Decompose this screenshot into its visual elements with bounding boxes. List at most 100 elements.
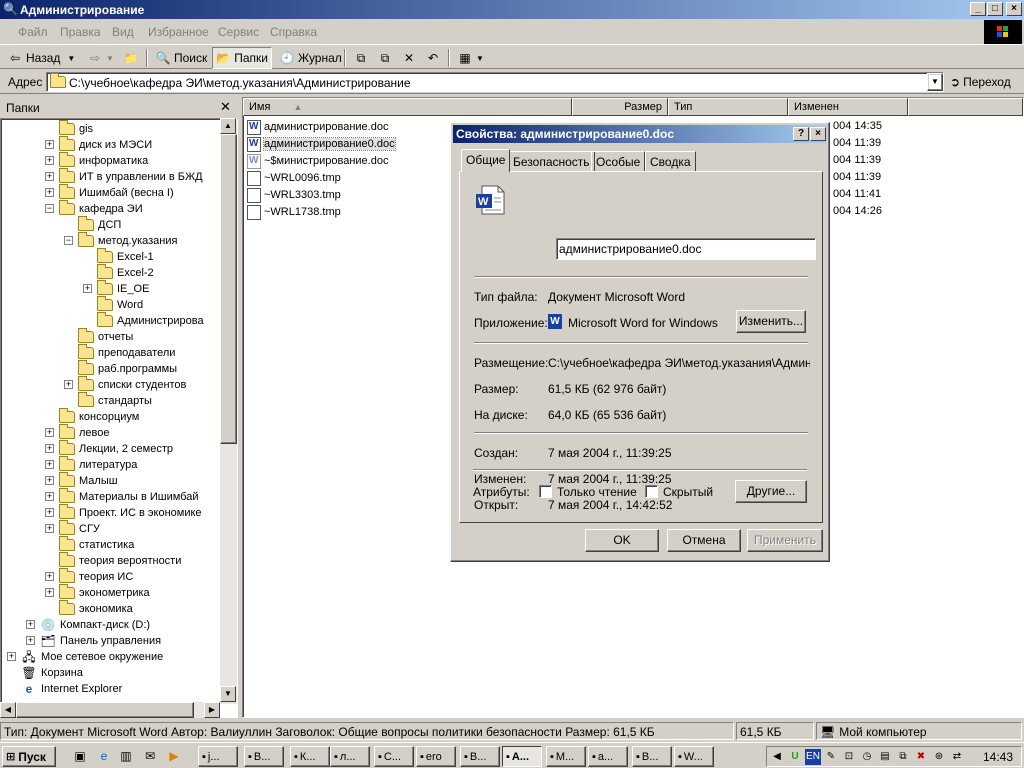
tree-item[interactable]: Excel-2: [97, 264, 154, 281]
expand-icon[interactable]: +: [45, 572, 54, 581]
go-button[interactable]: ➲ Переход: [950, 72, 1011, 92]
taskbar-window-button[interactable]: ▪ W...: [674, 746, 714, 767]
folders-button[interactable]: 📂 Папки: [212, 47, 272, 69]
tree-item[interactable]: Администрирова: [97, 312, 204, 329]
tray-app-icon[interactable]: ✎: [823, 749, 839, 765]
expand-icon[interactable]: +: [45, 524, 54, 533]
tree-item[interactable]: раб.программы: [78, 360, 177, 377]
ok-button[interactable]: OK: [585, 529, 659, 552]
help-button[interactable]: ?: [793, 127, 809, 141]
window-title-bar[interactable]: 🔍 Администрирование _ □ ×: [0, 0, 1024, 19]
expand-icon[interactable]: +: [7, 652, 16, 661]
tree-item[interactable]: левое: [59, 424, 110, 441]
media-player-icon[interactable]: ▶: [166, 748, 182, 764]
taskbar-window-button[interactable]: ▪ С...: [374, 746, 414, 767]
tab-security[interactable]: Безопасность: [508, 151, 595, 171]
clock-tray-icon[interactable]: ◷: [859, 749, 875, 765]
tree-item[interactable]: консорциум: [59, 408, 139, 425]
scroll-thumb[interactable]: [16, 702, 194, 718]
close-icon[interactable]: ✕: [220, 99, 231, 115]
expand-icon[interactable]: +: [45, 428, 54, 437]
tree-item[interactable]: теория ИС: [59, 568, 133, 585]
tab-general[interactable]: Общие: [461, 149, 511, 172]
column-header-size[interactable]: Размер: [572, 98, 668, 116]
tree-item[interactable]: 🗑 Корзина: [21, 665, 83, 681]
tree-item[interactable]: Материалы в Ишимбай: [59, 488, 198, 505]
column-header-modified[interactable]: Изменен: [788, 98, 908, 116]
expand-icon[interactable]: +: [45, 444, 54, 453]
taskbar-window-button[interactable]: ▪ В...: [460, 746, 500, 767]
scroll-down-arrow-icon[interactable]: ▼: [220, 686, 236, 702]
expand-icon[interactable]: +: [26, 636, 35, 645]
file-row[interactable]: администрирование.doc: [247, 119, 388, 135]
tree-item[interactable]: теория вероятности: [59, 552, 181, 569]
menu-view[interactable]: Вид: [112, 25, 134, 39]
expand-icon[interactable]: +: [45, 476, 54, 485]
address-dropdown-button[interactable]: ▼: [927, 73, 943, 91]
taskbar-window-button[interactable]: ▪ К...: [290, 746, 330, 767]
expand-icon[interactable]: +: [26, 620, 35, 629]
tree-item[interactable]: gis: [59, 120, 93, 137]
file-row[interactable]: ~WRL0096.tmp: [247, 170, 341, 186]
tray-app-icon[interactable]: ⇄: [949, 749, 965, 765]
taskbar-window-button[interactable]: ▪ В...: [632, 746, 672, 767]
advanced-button[interactable]: Другие...: [735, 480, 807, 503]
tray-app-icon[interactable]: ✖: [913, 749, 929, 765]
menu-favorites[interactable]: Избранное: [148, 25, 209, 39]
start-button[interactable]: ⊞ Пуск: [2, 746, 56, 767]
up-button[interactable]: 📁: [120, 47, 142, 69]
tree-item[interactable]: статистика: [59, 536, 134, 553]
close-button[interactable]: ×: [1006, 2, 1022, 16]
taskbar-window-button[interactable]: ▪ А...: [502, 746, 542, 767]
search-button[interactable]: 🔍 Поиск: [152, 47, 210, 69]
clock[interactable]: 14:43: [983, 750, 1013, 764]
tree-horizontal-scrollbar[interactable]: ◀ ▶: [0, 702, 220, 718]
scroll-left-arrow-icon[interactable]: ◀: [0, 702, 16, 718]
tree-item[interactable]: Малыш: [59, 472, 118, 489]
taskbar-window-button[interactable]: ▪ В...: [244, 746, 284, 767]
apply-button[interactable]: Применить: [747, 529, 823, 552]
tree-item[interactable]: диск из МЭСИ: [59, 136, 152, 153]
dialog-close-button[interactable]: ×: [810, 127, 826, 141]
file-row[interactable]: ~$министрирование.doc: [247, 153, 388, 169]
file-name-field[interactable]: администрирование0.doc: [556, 238, 816, 260]
tree-item[interactable]: Ишимбай (весна I): [59, 184, 174, 201]
taskbar-window-button[interactable]: ▪ j...: [198, 746, 238, 767]
expand-icon[interactable]: +: [64, 380, 73, 389]
tree-item[interactable]: Word: [97, 296, 143, 313]
language-indicator[interactable]: EN: [805, 749, 821, 765]
expand-icon[interactable]: +: [45, 588, 54, 597]
tree-item[interactable]: метод.указания: [78, 232, 177, 249]
collapse-icon[interactable]: −: [45, 204, 54, 213]
expand-icon[interactable]: +: [45, 508, 54, 517]
menu-tools[interactable]: Сервис: [218, 25, 259, 39]
tree-item[interactable]: 🖧 Мое сетевое окружение: [21, 649, 163, 665]
expand-icon[interactable]: +: [45, 492, 54, 501]
tree-item[interactable]: отчеты: [78, 328, 133, 345]
collapse-icon[interactable]: −: [64, 236, 73, 245]
tree-item[interactable]: Excel-1: [97, 248, 154, 265]
tree-item[interactable]: информатика: [59, 152, 148, 169]
tree-item[interactable]: литература: [59, 456, 137, 473]
column-header-name[interactable]: Имя ▲: [243, 98, 572, 116]
minimize-button[interactable]: _: [970, 2, 986, 16]
expand-icon[interactable]: +: [83, 284, 92, 293]
taskbar-window-button[interactable]: ▪ а...: [588, 746, 628, 767]
tree-item[interactable]: Лекции, 2 семестр: [59, 440, 173, 457]
column-header-type[interactable]: Тип: [668, 98, 788, 116]
menu-file[interactable]: Файл: [18, 25, 48, 39]
file-row[interactable]: ~WRL1738.tmp: [247, 204, 341, 220]
maximize-button[interactable]: □: [987, 2, 1003, 16]
tray-app-icon[interactable]: ⊛: [931, 749, 947, 765]
delete-button[interactable]: ✕: [398, 47, 420, 69]
tree-item[interactable]: e Internet Explorer: [21, 681, 123, 697]
hidden-checkbox[interactable]: [645, 485, 658, 498]
change-button[interactable]: Изменить...: [736, 310, 806, 333]
scroll-thumb[interactable]: [220, 134, 237, 444]
tray-app-icon[interactable]: ⊡: [841, 749, 857, 765]
tab-summary[interactable]: Сводка: [645, 151, 696, 171]
tree-item[interactable]: экономика: [59, 600, 133, 617]
tray-app-icon[interactable]: ▤: [877, 749, 893, 765]
show-desktop-icon[interactable]: ▣: [72, 748, 88, 764]
tree-item[interactable]: ДСП: [78, 216, 121, 233]
